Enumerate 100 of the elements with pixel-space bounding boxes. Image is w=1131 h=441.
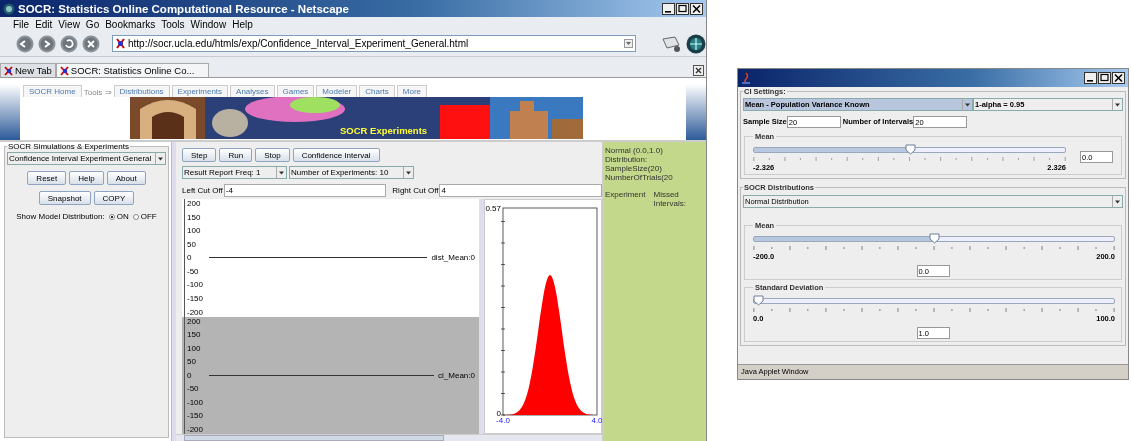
line-label: ci_Mean:0 (438, 370, 476, 380)
button[interactable]: Run (219, 148, 253, 162)
address-field[interactable]: http://socr.ucla.edu/htmls/exp/Confidence_Interval_Experiment_General.html (112, 35, 636, 52)
column-heading: Missed Intervals: (653, 190, 687, 208)
axis-tick-label: -100 (186, 280, 204, 290)
slider-track[interactable] (753, 298, 1115, 304)
input-field[interactable]: -4 (223, 183, 387, 197)
tab-icon (59, 65, 70, 76)
site-tab[interactable]: Distributions (113, 85, 170, 97)
menu-item[interactable]: Help (232, 18, 253, 30)
splitter-handle[interactable] (171, 142, 176, 441)
banner-caption: SOCR Experiments (340, 125, 428, 136)
dropdown-arrow-icon (403, 167, 413, 178)
axis-tick-label: -50 (186, 266, 200, 276)
button[interactable]: Help (69, 171, 104, 185)
axis-tick-label: 200 (186, 316, 202, 326)
page-band (686, 84, 706, 140)
axis-tick-label: 150 (186, 330, 202, 340)
dropdown[interactable]: Number of Experiments: 10 (289, 166, 414, 179)
axis-tick-label: 0 (186, 253, 193, 263)
history-arrow-icon[interactable] (624, 39, 633, 48)
maximize-button[interactable] (1098, 72, 1111, 84)
radio-option[interactable]: OFF (132, 212, 157, 221)
result-text: Normal (0.0,1.0) Distribution: (605, 146, 664, 164)
field-label: Left Cut Off (181, 185, 224, 195)
minimize-button[interactable] (662, 2, 675, 15)
button[interactable]: Reset (27, 171, 67, 185)
axis-tick-label: 50 (186, 357, 197, 367)
radio-option[interactable]: ON (108, 212, 129, 221)
scrollbar[interactable] (176, 434, 602, 441)
menu-item[interactable]: Edit (35, 18, 53, 30)
experiment-dropdown[interactable]: Confidence Interval Experiment General (7, 152, 166, 165)
menu-item[interactable]: File (13, 18, 30, 30)
site-tab[interactable]: More (396, 85, 428, 97)
site-tab[interactable]: SOCR Home (23, 85, 82, 97)
axis-tick-label: 150 (186, 212, 202, 222)
menu-item[interactable]: Window (190, 18, 227, 30)
input-field[interactable]: 4 (439, 183, 602, 197)
axis-tick-label: -4.0 (496, 416, 510, 425)
slider-thumb[interactable] (752, 295, 764, 306)
dropdown[interactable]: Result Report Freq: 1 (182, 166, 287, 179)
result-text: SampleSize(20) NumberOfTrials(20 (605, 164, 674, 182)
dropdown-arrow-icon (1112, 196, 1122, 207)
java-icon (741, 71, 751, 85)
column-heading: Experiment (605, 190, 646, 201)
group-title: SOCR Simulations & Experiments (7, 142, 130, 151)
reload-button[interactable] (60, 34, 78, 53)
line-label: dist_Mean:0 (431, 253, 476, 263)
nav-label: Tools ⇒ (83, 88, 112, 97)
site-tab[interactable]: Charts (359, 85, 395, 97)
button[interactable]: COPY (93, 191, 135, 205)
button[interactable]: About (106, 171, 146, 185)
button[interactable]: Confidence Interval (292, 148, 380, 162)
axis-tick-label: -50 (186, 384, 200, 394)
browser-tab[interactable]: SOCR: Statistics Online Co... (55, 63, 210, 77)
button[interactable]: Snapshot (38, 191, 91, 205)
splitter-handle[interactable] (479, 199, 484, 434)
axis-tick-label: 100 (186, 343, 202, 353)
axis-tick-label: 4.0 (591, 416, 603, 425)
site-tab[interactable]: Games (276, 85, 315, 97)
menu-item[interactable]: Tools (161, 18, 185, 30)
close-tab-icon[interactable] (693, 65, 704, 76)
dropdown-arrow-icon (962, 99, 972, 110)
browser-tab[interactable]: New Tab (0, 63, 56, 77)
menu-item[interactable]: Go (85, 18, 100, 30)
tab-icon (4, 65, 14, 76)
axis-tick-label: 200 (186, 199, 202, 208)
axis-tick-label: -100 (186, 397, 204, 407)
site-tab[interactable]: Modeler (316, 85, 358, 97)
button[interactable]: Step (182, 148, 217, 162)
scroll-thumb[interactable] (184, 435, 444, 441)
minimize-button[interactable] (1084, 72, 1097, 84)
menu-item[interactable]: Bookmarks (105, 18, 156, 30)
button[interactable]: Stop (255, 148, 290, 162)
axis-tick-label: 50 (186, 239, 197, 249)
site-tab[interactable]: Analyses (230, 85, 275, 97)
axis-tick-label: -150 (186, 411, 204, 421)
axis-tick-label: 0.57 (485, 204, 501, 213)
app-icon (3, 2, 15, 15)
slider-thumb[interactable] (904, 144, 916, 155)
dropdown-arrow-icon (155, 153, 165, 164)
close-button[interactable] (1112, 72, 1125, 84)
field-label: Right Cut Off (391, 185, 440, 195)
slider-thumb[interactable] (929, 233, 940, 244)
slider-track[interactable] (753, 147, 1066, 153)
forward-button[interactable] (38, 34, 56, 53)
slider-track[interactable] (753, 236, 1115, 242)
axis-tick-label: -150 (186, 293, 204, 303)
back-button[interactable] (16, 34, 34, 53)
close-button[interactable] (690, 2, 703, 15)
axis-tick-label: 100 (186, 226, 202, 236)
model-label: Show Model Distribution: (16, 212, 105, 221)
menu-item[interactable]: View (58, 18, 80, 30)
site-tab[interactable]: Experiments (171, 85, 229, 97)
window-title: SOCR: Statistics Online Computational Resource - Netscape (18, 2, 349, 15)
axis-tick-label: 0 (496, 409, 501, 418)
axis-tick-label: -200 (186, 307, 204, 317)
site-icon (115, 38, 126, 49)
maximize-button[interactable] (676, 2, 689, 15)
stop-button[interactable] (82, 34, 100, 53)
